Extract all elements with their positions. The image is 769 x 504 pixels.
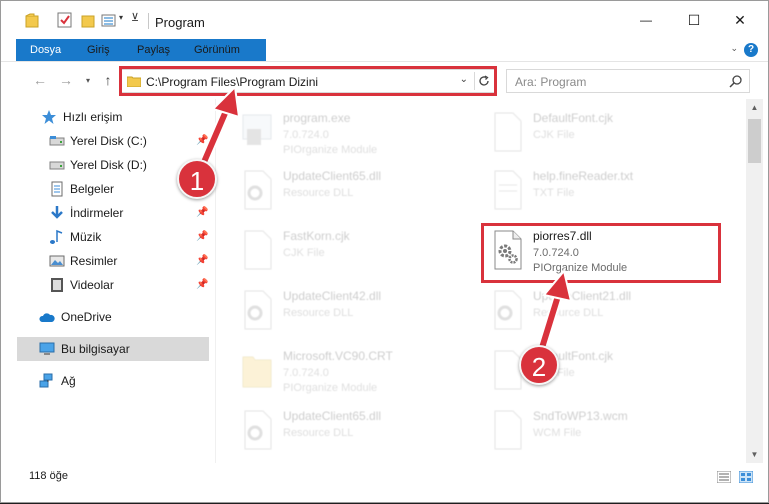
arrow-1: [196, 84, 241, 174]
arrow-2: [536, 268, 573, 356]
callout-arrows: [196, 84, 573, 356]
callout-badge-1: 1: [177, 159, 217, 199]
callout-badge-2: 2: [519, 345, 559, 385]
explorer-window: ▾ ⊻ Program — ☐ ✕ Dosya Giriş Paylaş Gör…: [0, 0, 769, 503]
